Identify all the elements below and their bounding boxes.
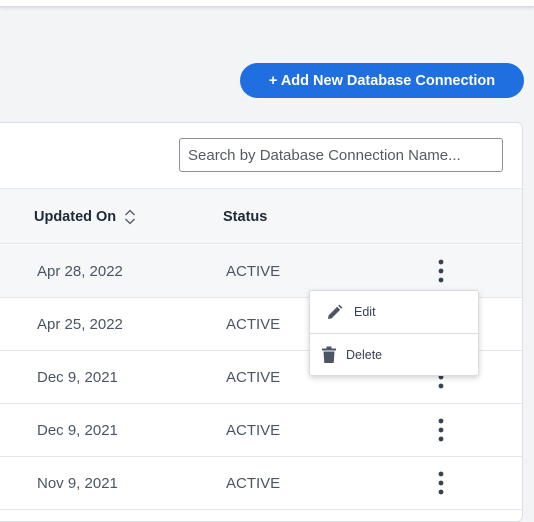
table-row[interactable]: Nov 9, 2021 ACTIVE xyxy=(0,457,522,510)
updated-on-cell: Dec 9, 2021 xyxy=(37,422,118,439)
column-header-label: Status xyxy=(223,209,268,225)
sort-icon[interactable] xyxy=(124,208,136,226)
updated-on-cell: Apr 25, 2022 xyxy=(37,316,123,333)
status-cell: ACTIVE xyxy=(226,316,281,333)
delete-menu-item[interactable]: Delete xyxy=(310,334,478,376)
search-input[interactable] xyxy=(179,138,503,172)
updated-on-cell: Dec 9, 2021 xyxy=(37,369,118,386)
status-cell: ACTIVE xyxy=(226,475,281,492)
edit-menu-item[interactable]: Edit xyxy=(310,291,478,333)
more-vertical-icon[interactable] xyxy=(428,469,454,497)
more-vertical-icon[interactable] xyxy=(428,416,454,444)
status-cell: ACTIVE xyxy=(226,263,281,280)
status-cell: ACTIVE xyxy=(226,422,281,439)
column-header-updated-on[interactable]: Updated On xyxy=(34,189,136,245)
status-cell: ACTIVE xyxy=(226,369,281,386)
delete-label: Delete xyxy=(346,348,383,362)
top-bar xyxy=(0,0,534,7)
table-header: Updated On Status xyxy=(0,188,522,244)
trash-icon xyxy=(321,346,337,364)
more-vertical-icon[interactable] xyxy=(428,257,454,285)
updated-on-cell: Apr 28, 2022 xyxy=(37,263,123,280)
row-actions-menu: Edit Delete xyxy=(309,290,479,376)
add-database-connection-button[interactable]: + Add New Database Connection xyxy=(240,63,524,98)
column-header-label: Updated On xyxy=(34,209,117,225)
updated-on-cell: Nov 9, 2021 xyxy=(37,475,118,492)
pencil-icon xyxy=(326,304,343,321)
table-row[interactable]: Dec 9, 2021 ACTIVE xyxy=(0,404,522,457)
column-header-status: Status xyxy=(223,189,267,245)
edit-label: Edit xyxy=(354,305,376,319)
